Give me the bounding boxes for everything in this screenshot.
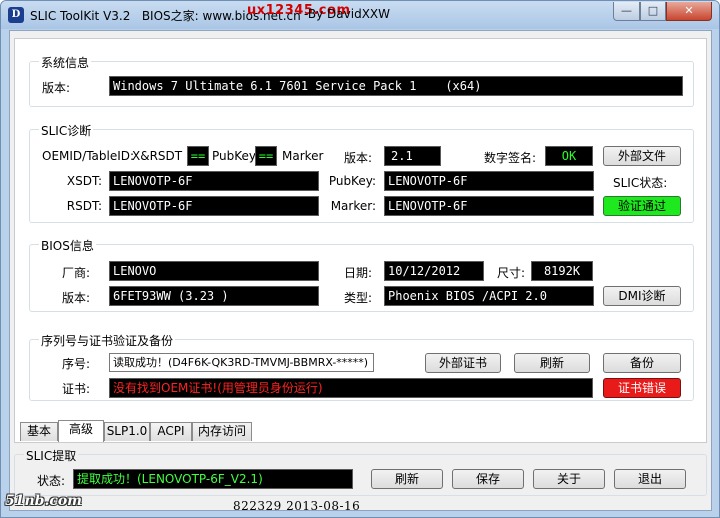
tab-slp[interactable]: SLP1.0 — [104, 422, 150, 441]
bottom-watermark: 51nb.com — [5, 493, 82, 509]
bios-type-field: Phoenix BIOS /ACPI 2.0 — [384, 286, 594, 306]
backup-button[interactable]: 备份 — [603, 353, 681, 373]
signature-label: 数字签名: — [484, 151, 537, 165]
maximize-icon: □ — [647, 4, 659, 17]
oemid-pubkey-match: == — [187, 146, 209, 166]
os-version-field: Windows 7 Ultimate 6.1 7601 Service Pack… — [109, 76, 683, 96]
bios-date-field: 10/12/2012 — [384, 261, 484, 281]
close-icon: ✕ — [684, 4, 694, 17]
external-cert-button[interactable]: 外部证书 — [425, 353, 501, 373]
build-info: 822329 2013-08-16 — [233, 499, 361, 513]
save-button[interactable]: 保存 — [452, 469, 524, 489]
slic-extract-group: SLIC提取 状态: 提取成功！(LENOVOTP-6F_V2.1) 刷新 保存… — [14, 447, 707, 496]
marker-tag: Marker — [282, 149, 324, 163]
os-version-label: 版本: — [42, 81, 71, 95]
bios-size-field: 8192K — [531, 261, 593, 281]
tab-advanced[interactable]: 高级 — [58, 420, 104, 442]
marker-field: LENOVOTP-6F — [384, 196, 594, 216]
external-file-button[interactable]: 外部文件 — [603, 146, 681, 166]
app-window: D SLIC ToolKit V3.2 BIOS之家: www.bios.net… — [0, 0, 720, 518]
close-button[interactable]: ✕ — [666, 2, 712, 21]
about-button[interactable]: 关于 — [533, 469, 605, 489]
slic-status-label: SLIC状态: — [613, 176, 668, 190]
slic-version-field: 2.1 — [384, 146, 441, 166]
extract-status-label: 状态: — [37, 474, 66, 488]
signature-field: OK — [545, 146, 593, 166]
bios-date-label: 日期: — [344, 266, 373, 280]
title-bar[interactable]: D SLIC ToolKit V3.2 BIOS之家: www.bios.net… — [1, 1, 719, 29]
tab-memory[interactable]: 内存访问 — [192, 422, 252, 441]
tab-basic[interactable]: 基本 — [20, 422, 58, 441]
marker-label: Marker: — [330, 199, 376, 213]
system-info-title: 系统信息 — [39, 54, 92, 71]
slic-diag-group: SLIC诊断 OEMID/TableID: X&RSDT == PubKey =… — [29, 122, 694, 223]
title-app: SLIC ToolKit V3.2 — [30, 9, 131, 23]
serial-cert-group: 序列号与证书验证及备份 序号: 读取成功！(D4F6K-QK3RD-TMVMJ-… — [29, 332, 694, 401]
rsdt-field: LENOVOTP-6F — [109, 196, 319, 216]
serial-cert-title: 序列号与证书验证及备份 — [39, 332, 176, 349]
cert-field: 没有找到OEM证书!(用管理员身份运行) — [109, 378, 593, 398]
serial-field[interactable]: 读取成功！(D4F6K-QK3RD-TMVMJ-BBMRX-*****) — [109, 353, 374, 372]
bios-version-field: 6FET93WW (3.23 ) — [109, 286, 319, 306]
serial-label: 序号: — [62, 357, 91, 371]
pubkey-tag: PubKey — [212, 149, 257, 163]
exit-button[interactable]: 退出 — [614, 469, 686, 489]
bios-info-group: BIOS信息 厂商: LENOVO 日期: 10/12/2012 尺寸: 819… — [29, 237, 694, 312]
cert-error-button[interactable]: 证书错误 — [603, 378, 681, 398]
xsdt-field: LENOVOTP-6F — [109, 171, 319, 191]
bios-type-label: 类型: — [344, 291, 373, 305]
slic-diag-title: SLIC诊断 — [39, 122, 94, 139]
pubkey-field: LENOVOTP-6F — [384, 171, 594, 191]
slic-status-button[interactable]: 验证通过 — [603, 196, 681, 216]
tab-acpi[interactable]: ACPI — [150, 422, 192, 441]
maximize-button[interactable]: □ — [640, 2, 666, 21]
vendor-label: 厂商: — [62, 266, 91, 280]
slic-extract-title: SLIC提取 — [24, 447, 79, 464]
vendor-field: LENOVO — [109, 261, 319, 281]
client-area: 系统信息 版本: Windows 7 Ultimate 6.1 7601 Ser… — [9, 30, 712, 511]
slic-version-label: 版本: — [344, 151, 373, 165]
tab-panel-advanced: 系统信息 版本: Windows 7 Ultimate 6.1 7601 Ser… — [14, 38, 707, 443]
bios-info-title: BIOS信息 — [39, 237, 96, 254]
cert-label: 证书: — [62, 382, 91, 396]
oemid-label: OEMID/TableID: — [42, 149, 135, 163]
refresh-button[interactable]: 刷新 — [371, 469, 443, 489]
refresh-serial-button[interactable]: 刷新 — [514, 353, 590, 373]
pubkey-marker-match: == — [255, 146, 277, 166]
app-icon[interactable]: D — [8, 7, 24, 23]
pubkey-label: PubKey: — [328, 174, 376, 188]
system-info-group: 系统信息 版本: Windows 7 Ultimate 6.1 7601 Ser… — [29, 54, 694, 107]
dmi-diag-button[interactable]: DMI诊断 — [603, 286, 681, 306]
minimize-icon: — — [621, 4, 632, 17]
bios-size-label: 尺寸: — [497, 266, 526, 280]
minimize-button[interactable]: — — [613, 2, 640, 21]
xsdt-label: XSDT: — [66, 174, 102, 188]
title-author: -By DavidXXW — [304, 7, 391, 21]
bios-version-label: 版本: — [62, 291, 91, 305]
rsdt-label: RSDT: — [66, 199, 102, 213]
oemid-value: X&RSDT — [132, 149, 183, 163]
extract-status-field: 提取成功！(LENOVOTP-6F_V2.1) — [73, 469, 353, 489]
